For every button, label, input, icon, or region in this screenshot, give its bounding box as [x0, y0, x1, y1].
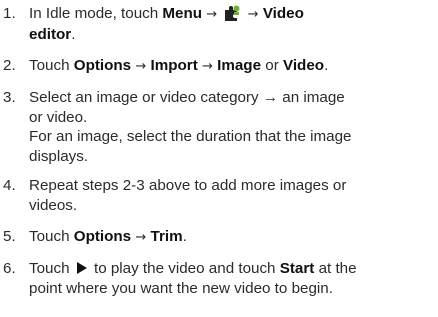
step-number: 1. [3, 5, 16, 22]
step-text: Select an image or video category → an i… [29, 88, 434, 166]
step-text: Touch to play the video and touch Start … [29, 259, 434, 298]
arrow-icon: → [206, 7, 218, 22]
step-text-segment: . [182, 228, 187, 245]
instruction-page: 1. In Idle mode, touch Menu → → Video ed… [0, 0, 438, 317]
step-number: 5. [3, 228, 16, 245]
step-number: 2. [3, 57, 16, 74]
arrow-icon: → [135, 59, 147, 74]
editor-label: editor [29, 25, 72, 43]
step-text-line: displays. [29, 147, 89, 165]
step-text: In Idle mode, touch Menu → → Video edito… [29, 4, 434, 44]
import-label: Import [150, 57, 198, 74]
play-icon [76, 261, 88, 275]
step-text-segment: to play the video and touch [89, 260, 280, 277]
options-label: Options [73, 57, 132, 74]
step-text-line: Repeat steps 2-3 above to add more image… [29, 177, 347, 194]
step-text-line: videos. [29, 196, 78, 214]
step-text-segment: . [324, 57, 329, 74]
puzzle-piece-icon [223, 4, 241, 22]
step-text: Touch Options → Import → Image or Video. [29, 56, 434, 77]
step-text-segment: at the [314, 260, 357, 277]
video-label: Video [262, 5, 304, 22]
step-text-segment: or [261, 57, 283, 74]
step-text-segment: Touch [29, 57, 74, 74]
menu-label: Menu [162, 5, 203, 22]
video-label: Video [282, 57, 325, 74]
step-text-line: or video. [29, 108, 88, 126]
step-number: 4. [3, 177, 16, 194]
trim-label: Trim [150, 228, 183, 245]
step-text-line: point where you want the new video to be… [29, 279, 333, 297]
step-text-segment: . [71, 25, 76, 43]
step-text-segment: In Idle mode, touch [29, 5, 163, 22]
step-text-segment: Touch [29, 260, 74, 277]
step-number: 6. [3, 260, 16, 277]
options-label: Options [73, 228, 132, 245]
start-label: Start [279, 260, 315, 277]
arrow-icon: → [135, 230, 147, 245]
step-number: 3. [3, 89, 16, 106]
arrow-icon: → [201, 59, 213, 74]
step-text-line: Select an image or video category → an i… [29, 89, 345, 106]
step-text-segment: Touch [29, 228, 74, 245]
image-label: Image [217, 57, 262, 74]
arrow-icon: → [247, 7, 259, 22]
step-text-line: For an image, select the duration that t… [29, 128, 352, 145]
step-text: Repeat steps 2-3 above to add more image… [29, 176, 434, 215]
step-text: Touch Options → Trim. [29, 227, 434, 248]
